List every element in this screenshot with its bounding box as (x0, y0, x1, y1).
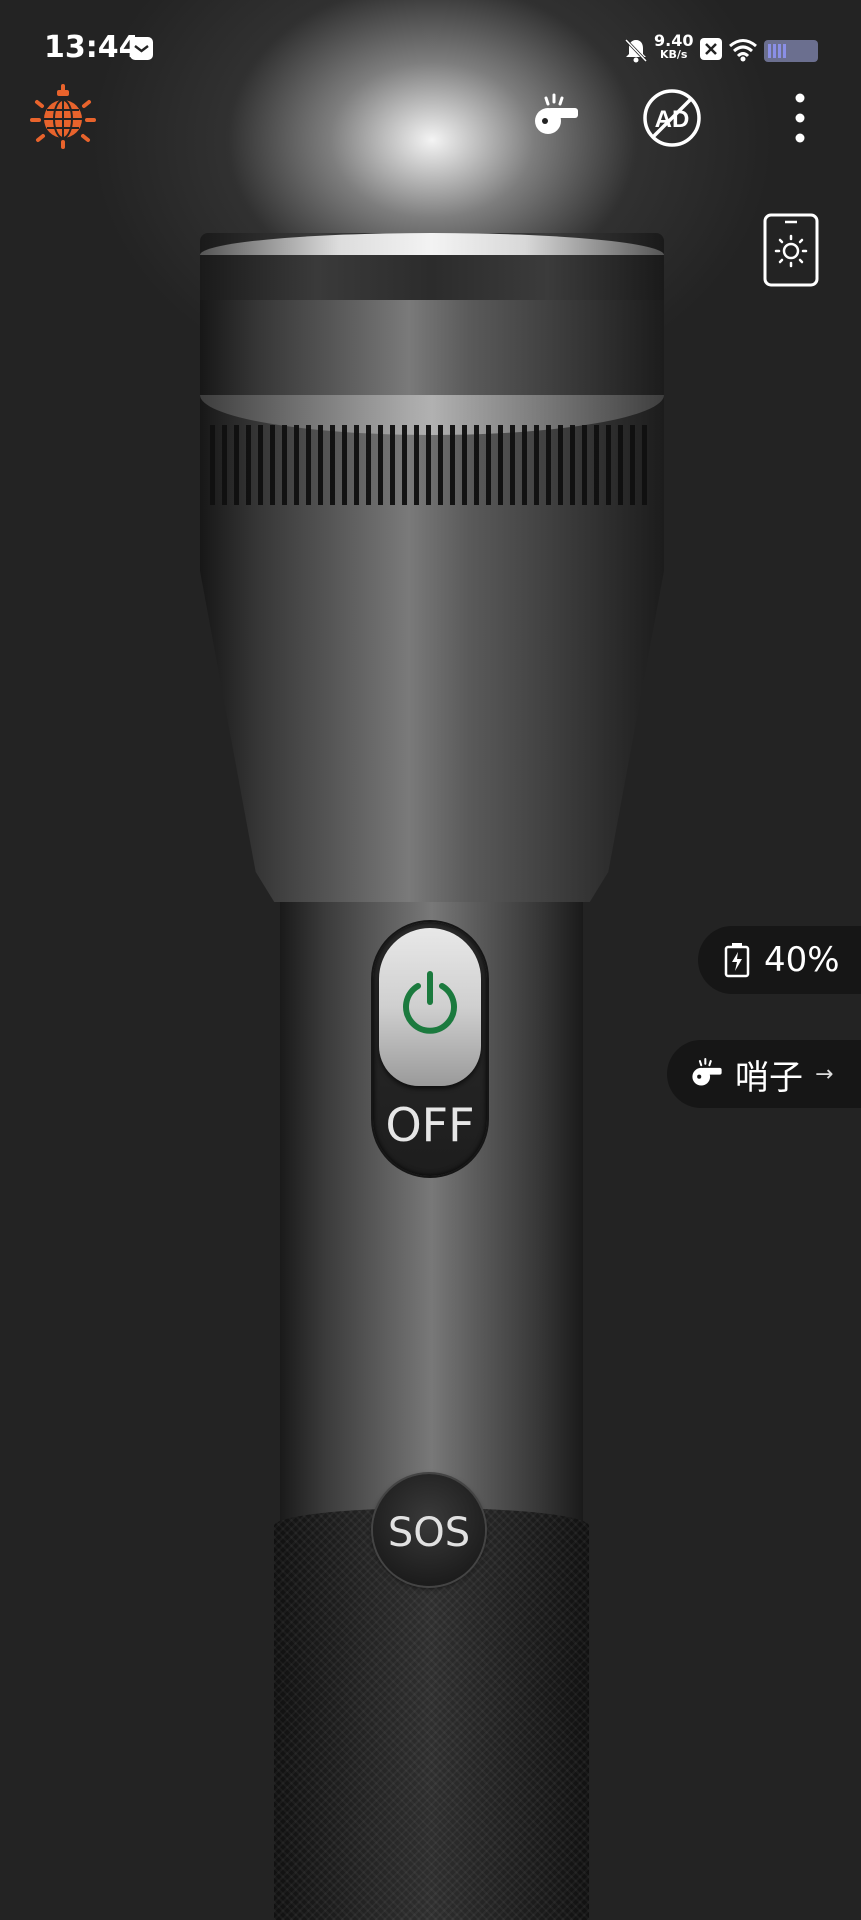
battery-percent: 40% (764, 940, 840, 980)
whistle-shortcut[interactable]: 哨子 → (667, 1040, 861, 1108)
network-speed-unit: KB/s (660, 48, 688, 61)
no-ads-icon[interactable]: AD (642, 88, 702, 148)
phone-brightness-icon[interactable] (762, 212, 820, 288)
battery-icon (764, 40, 818, 62)
battery-charge-icon (724, 943, 750, 978)
flashlight-screen: 13:44 9.40 KB/s AD OFF SOS 40% 哨子 → (0, 0, 861, 1920)
status-time: 13:44 (44, 30, 140, 65)
flashlight-head (200, 300, 664, 902)
arrow-right-icon: → (815, 1061, 834, 1087)
timer-disco-icon[interactable] (28, 82, 98, 152)
x-box-icon (700, 38, 722, 60)
more-vertical-icon[interactable] (788, 92, 812, 144)
wifi-icon (729, 39, 757, 62)
sos-label: SOS (387, 1510, 471, 1556)
no-ads-label: AD (655, 106, 690, 133)
whistle-small-icon (692, 1058, 722, 1086)
whistle-icon[interactable] (530, 92, 580, 142)
network-speed-value: 9.40 (654, 31, 694, 50)
bell-muted-icon (624, 38, 648, 63)
flashlight-grill (210, 425, 654, 505)
power-button[interactable] (379, 928, 481, 1086)
power-icon (403, 971, 457, 1034)
message-icon (130, 37, 153, 60)
whistle-label: 哨子 (735, 1057, 803, 1098)
power-state-label: OFF (385, 1098, 475, 1152)
network-speed: 9.40 KB/s (654, 31, 694, 61)
battery-level-pill: 40% (698, 926, 861, 994)
